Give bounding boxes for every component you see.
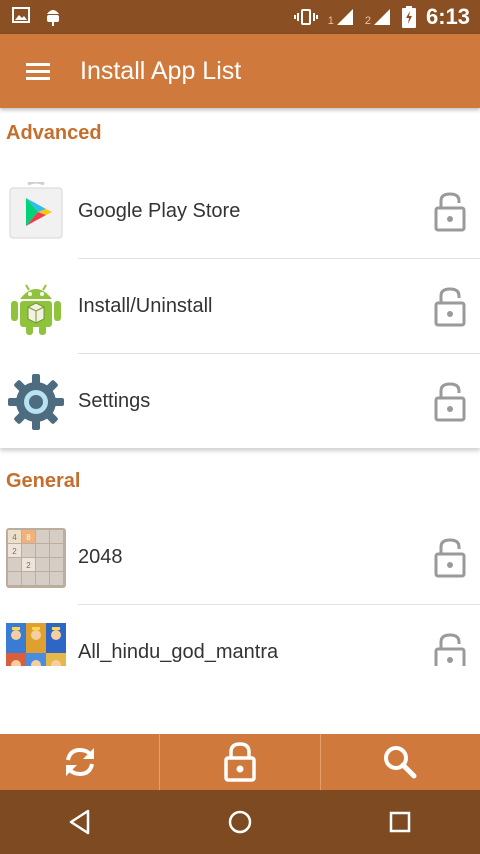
vibrate-icon bbox=[293, 9, 318, 25]
android-robot-icon bbox=[11, 283, 61, 335]
clock: 6:13 bbox=[425, 4, 470, 29]
home-icon bbox=[228, 810, 252, 834]
unlocked-padlock-icon[interactable] bbox=[434, 632, 466, 667]
app-row-install-uninstall[interactable]: Install/Uninstall bbox=[0, 259, 480, 354]
search-button[interactable] bbox=[319, 734, 480, 790]
page-title: Install App List bbox=[80, 57, 242, 85]
status-bar: 1 2 6:13 bbox=[0, 0, 480, 34]
signal-icon bbox=[373, 9, 390, 25]
unlocked-padlock-icon[interactable] bbox=[434, 286, 466, 327]
navigation-bar bbox=[0, 790, 480, 854]
sim2-label: 2 bbox=[364, 15, 371, 27]
game-2048-icon: 4 8 2 2 bbox=[6, 527, 66, 588]
tile-value: 8 bbox=[26, 533, 31, 542]
lock-button[interactable] bbox=[159, 734, 319, 790]
menu-button[interactable] bbox=[22, 56, 54, 86]
app-name: Settings bbox=[78, 390, 151, 412]
bottom-toolbar bbox=[0, 734, 480, 790]
back-button[interactable] bbox=[50, 797, 110, 847]
google-play-store-icon bbox=[9, 181, 63, 238]
section-header-general: General bbox=[6, 470, 81, 492]
unlocked-padlock-icon[interactable] bbox=[434, 537, 466, 578]
search-icon bbox=[384, 746, 417, 779]
hindu-gods-icon bbox=[6, 622, 66, 666]
app-row-google-play-store[interactable]: Google Play Store bbox=[0, 164, 480, 259]
tile-value: 2 bbox=[12, 547, 17, 556]
tile-value: 4 bbox=[12, 533, 17, 542]
hamburger-menu-icon bbox=[26, 63, 50, 80]
app-name: 2048 bbox=[78, 546, 123, 568]
settings-gear-icon bbox=[8, 373, 64, 430]
section-header-advanced: Advanced bbox=[6, 122, 102, 144]
lock-icon bbox=[224, 742, 256, 782]
recents-button[interactable] bbox=[370, 797, 430, 847]
refresh-button[interactable] bbox=[0, 734, 159, 790]
app-name: Install/Uninstall bbox=[78, 295, 213, 317]
app-name: Google Play Store bbox=[78, 200, 241, 222]
app-row-settings[interactable]: Settings bbox=[0, 354, 480, 449]
app-name: All_hindu_god_mantra bbox=[78, 641, 279, 663]
back-icon bbox=[69, 809, 90, 835]
signal-icon bbox=[336, 9, 353, 25]
unlocked-padlock-icon[interactable] bbox=[434, 191, 466, 232]
recents-icon bbox=[389, 811, 411, 833]
unlocked-padlock-icon[interactable] bbox=[434, 381, 466, 422]
app-bar: Install App List bbox=[0, 34, 480, 108]
home-button[interactable] bbox=[210, 797, 270, 847]
app-group-general: 4 8 2 2 2048 All_hindu_god_mantra bbox=[0, 510, 480, 666]
app-row-all-hindu-god-mantra[interactable]: All_hindu_god_mantra bbox=[0, 605, 480, 666]
refresh-icon bbox=[65, 747, 94, 777]
app-group-advanced: Google Play Store Install/Uninstall Sett… bbox=[0, 164, 480, 448]
battery-charging-icon bbox=[401, 6, 416, 28]
sim1-label: 1 bbox=[327, 15, 334, 27]
app-row-2048[interactable]: 4 8 2 2 2048 bbox=[0, 510, 480, 605]
tile-value: 2 bbox=[26, 561, 31, 570]
image-icon bbox=[12, 7, 30, 23]
android-debug-icon bbox=[47, 10, 59, 26]
